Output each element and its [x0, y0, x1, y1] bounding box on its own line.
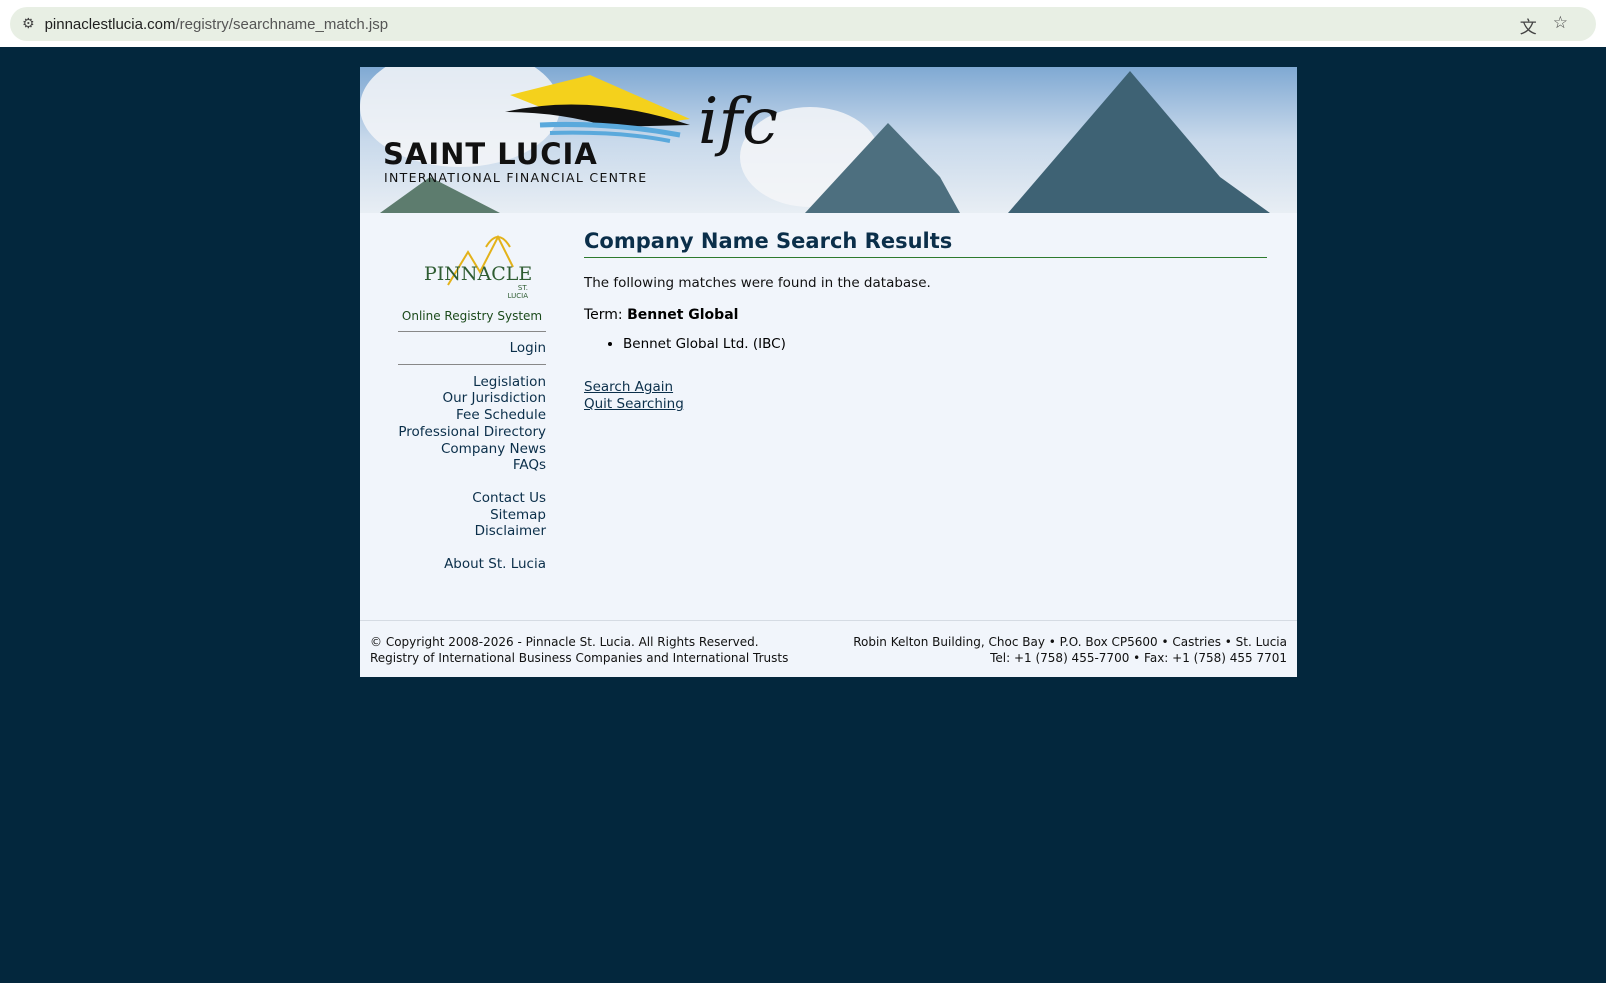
registry-description: Registry of International Business Compa… — [370, 651, 789, 665]
site-settings-icon[interactable]: ⚙ — [22, 16, 35, 32]
url-text[interactable]: pinnaclestlucia.com/registry/searchname_… — [45, 16, 389, 33]
pinnacle-logo[interactable]: PINNACLE ST. LUCIA — [418, 227, 532, 300]
bookmark-star-icon[interactable]: ☆ — [1553, 13, 1568, 38]
nav-contact-us[interactable]: Contact Us — [398, 490, 546, 507]
header-banner: SAINT LUCIA INTERNATIONAL FINANCIAL CENT… — [360, 67, 1297, 213]
list-item: Bennet Global Ltd. (IBC) — [623, 336, 1267, 352]
url-path: /registry/searchname_match.jsp — [175, 15, 389, 33]
page-title: Company Name Search Results — [584, 229, 1267, 258]
sidebar: PINNACLE ST. LUCIA Online Registry Syste… — [398, 227, 546, 573]
search-term: Bennet Global — [627, 307, 739, 323]
translate-icon[interactable]: 文 — [1520, 13, 1537, 38]
nav-sitemap[interactable]: Sitemap — [398, 507, 546, 524]
logo-text: PINNACLE — [424, 263, 533, 285]
nav-professional-directory[interactable]: Professional Directory — [398, 424, 546, 441]
footer: © Copyright 2008-2026 - Pinnacle St. Luc… — [360, 620, 1297, 666]
nav-disclaimer[interactable]: Disclaimer — [398, 523, 546, 540]
nav-fee-schedule[interactable]: Fee Schedule — [398, 407, 546, 424]
phone-fax: Tel: +1 (758) 455-7700 • Fax: +1 (758) 4… — [990, 651, 1287, 665]
logo-subtext: ST. LUCIA — [507, 284, 528, 300]
nav-company-news[interactable]: Company News — [398, 441, 546, 458]
banner-subtitle: INTERNATIONAL FINANCIAL CENTRE — [384, 170, 648, 185]
address-bar[interactable]: ⚙ pinnaclestlucia.com/registry/searchnam… — [10, 7, 1596, 41]
term-label: Term: — [584, 307, 623, 323]
results-list: Bennet Global Ltd. (IBC) — [623, 336, 1267, 352]
nav-faqs[interactable]: FAQs — [398, 457, 546, 474]
address: Robin Kelton Building, Choc Bay • P.O. B… — [853, 635, 1287, 649]
quit-searching-link[interactable]: Quit Searching — [584, 396, 1267, 413]
nav-about-st-lucia[interactable]: About St. Lucia — [398, 556, 546, 573]
banner-title: SAINT LUCIA — [383, 137, 598, 171]
url-domain: pinnaclestlucia.com — [44, 15, 176, 33]
search-again-link[interactable]: Search Again — [584, 379, 1267, 396]
login-link[interactable]: Login — [398, 340, 546, 357]
browser-toolbar: ⚙ pinnaclestlucia.com/registry/searchnam… — [0, 0, 1606, 47]
main-content: Company Name Search Results The followin… — [584, 229, 1267, 413]
copyright: © Copyright 2008-2026 - Pinnacle St. Luc… — [370, 635, 759, 649]
page-container: SAINT LUCIA INTERNATIONAL FINANCIAL CENT… — [360, 67, 1297, 677]
nav-our-jurisdiction[interactable]: Our Jurisdiction — [398, 390, 547, 407]
intro-text: The following matches were found in the … — [584, 275, 931, 291]
nav-legislation[interactable]: Legislation — [398, 374, 546, 391]
system-name: Online Registry System — [398, 309, 546, 332]
ifc-logo: ifc — [698, 85, 778, 159]
